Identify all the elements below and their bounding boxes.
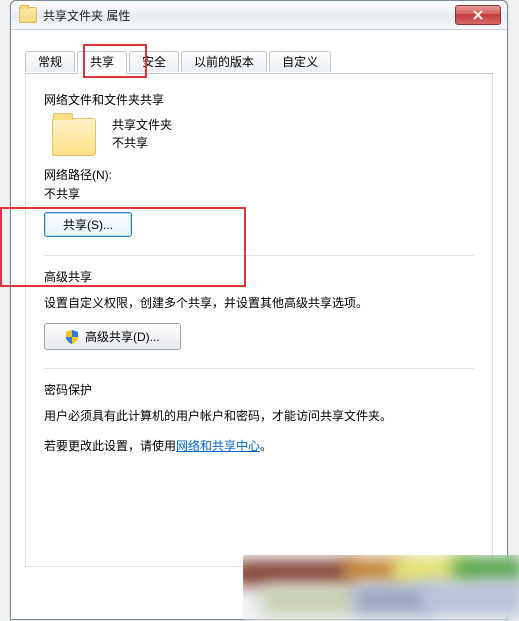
tab-security[interactable]: 安全: [129, 51, 179, 72]
close-button[interactable]: [455, 5, 501, 25]
password-desc1: 用户必须具有此计算机的用户帐户和密码，才能访问共享文件夹。: [44, 406, 474, 426]
password-desc2-pre: 若要更改此设置，请使用: [44, 439, 176, 453]
network-path-label: 网络路径(N):: [44, 166, 474, 183]
section-heading-network-sharing: 网络文件和文件夹共享: [44, 91, 474, 108]
properties-dialog: 共享文件夹 属性 常规 共享 安全 以前的版本 自定义 网络文件和文件夹共享 共…: [10, 0, 508, 620]
advanced-share-button-label: 高级共享(D)...: [85, 328, 160, 345]
tab-panel-sharing: 网络文件和文件夹共享 共享文件夹 不共享 网络路径(N): 不共享 共享(S).…: [25, 73, 493, 567]
close-icon: [472, 10, 484, 20]
section-heading-advanced: 高级共享: [44, 268, 474, 285]
folder-name: 共享文件夹: [112, 116, 172, 134]
window-title: 共享文件夹 属性: [43, 7, 130, 24]
advanced-desc: 设置自定义权限，创建多个共享，并设置其他高级共享选项。: [44, 293, 474, 313]
tab-general[interactable]: 常规: [25, 51, 75, 72]
tab-customize[interactable]: 自定义: [269, 51, 331, 72]
share-state: 不共享: [112, 134, 172, 152]
advanced-share-button[interactable]: 高级共享(D)...: [44, 323, 181, 350]
network-path-value: 不共享: [44, 185, 474, 202]
client-area: 常规 共享 安全 以前的版本 自定义 网络文件和文件夹共享 共享文件夹 不共享 …: [15, 31, 503, 615]
titlebar[interactable]: 共享文件夹 属性: [11, 1, 507, 30]
censored-region: [243, 555, 519, 621]
password-desc2: 若要更改此设置，请使用网络和共享中心。: [44, 436, 474, 456]
password-desc2-post: 。: [260, 439, 272, 453]
tab-previous-versions[interactable]: 以前的版本: [181, 51, 267, 72]
tab-strip: 常规 共享 安全 以前的版本 自定义: [25, 51, 493, 74]
folder-icon: [19, 7, 37, 23]
network-sharing-center-link[interactable]: 网络和共享中心: [176, 439, 260, 453]
divider: [44, 255, 474, 256]
tab-sharing[interactable]: 共享: [77, 51, 127, 74]
folder-info: 共享文件夹 不共享: [112, 116, 172, 152]
divider: [44, 368, 474, 369]
shield-icon: [65, 330, 79, 344]
share-button-label: 共享(S)...: [63, 216, 113, 233]
section-heading-password: 密码保护: [44, 381, 474, 398]
share-button[interactable]: 共享(S)...: [44, 212, 132, 237]
share-status-row: 共享文件夹 不共享: [52, 116, 474, 156]
folder-large-icon: [52, 118, 96, 156]
